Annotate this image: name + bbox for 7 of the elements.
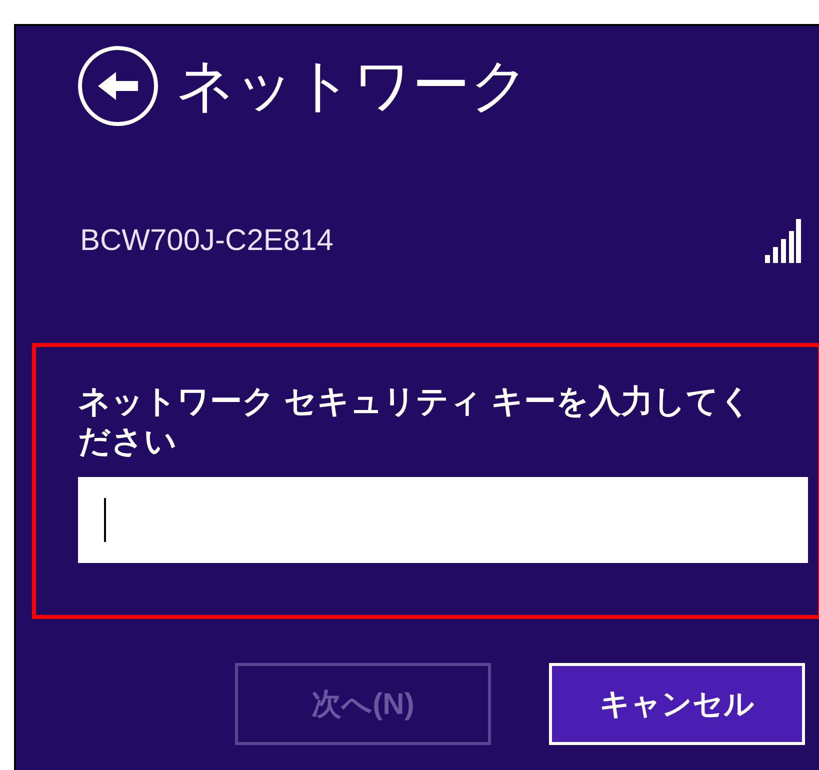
dialog-button[interactable]: キャンセル	[549, 663, 805, 745]
network-name: BCW700J-C2E814	[80, 223, 334, 259]
field-label: ネットワーク セキュリティ キーを入力してください	[78, 382, 753, 461]
signal-icon	[765, 218, 801, 262]
back-icon[interactable]	[76, 44, 160, 128]
page-title: ネットワーク	[176, 57, 529, 115]
password-field[interactable]	[78, 477, 808, 563]
